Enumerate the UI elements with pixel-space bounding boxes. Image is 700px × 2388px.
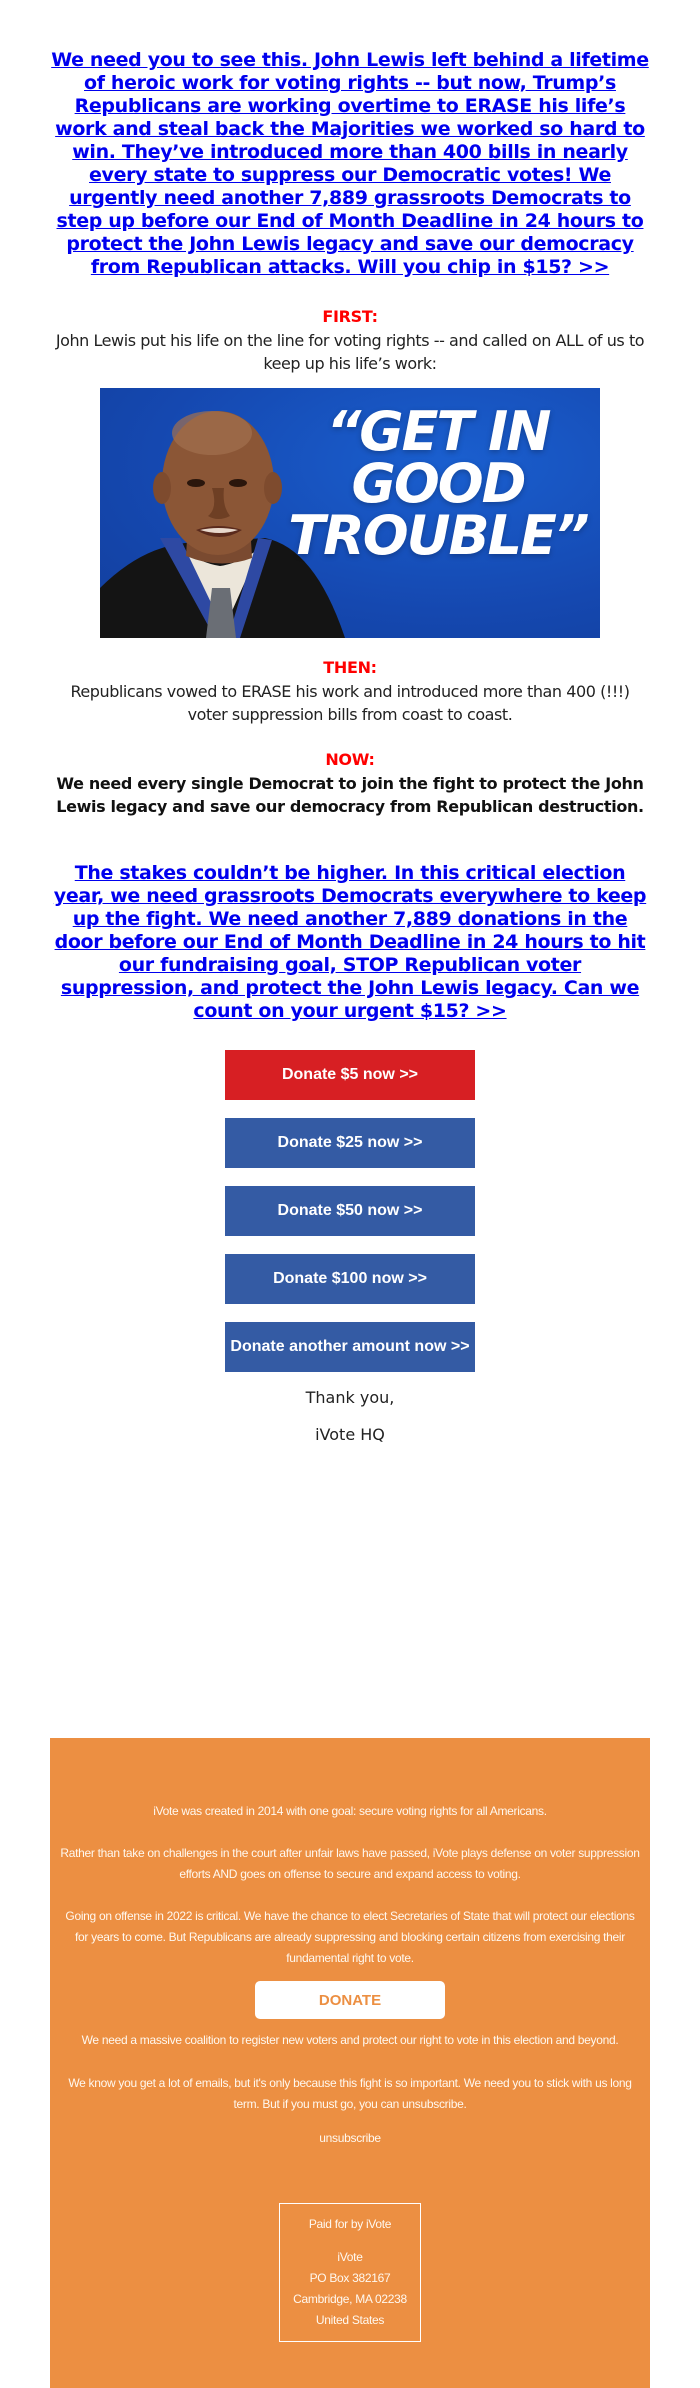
then-text: Republicans vowed to ERASE his work and …	[70, 682, 630, 724]
footer-para-defense: Rather than take on challenges in the co…	[60, 1846, 640, 1881]
footer-para-mission: iVote was created in 2014 with one goal:…	[153, 1804, 547, 1818]
paid-for-text: Paid for by iVote	[308, 2217, 392, 2231]
address-country: United States	[315, 2313, 385, 2327]
hero-quote-line: GOOD	[351, 452, 527, 515]
first-label: FIRST:	[322, 307, 378, 326]
hero-quote: “GET IN GOOD TROUBLE”	[283, 400, 593, 567]
stakes-donate-link[interactable]: The stakes couldn’t be higher. In this c…	[50, 862, 650, 1023]
donate-50-button[interactable]: Donate $50 now >>	[225, 1186, 475, 1236]
address-name: iVote	[337, 2250, 363, 2264]
footer-para-coalition: We need a massive coalition to register …	[81, 2033, 619, 2047]
now-label: NOW:	[325, 750, 375, 769]
unsubscribe-link[interactable]: unsubscribe	[50, 2128, 650, 2149]
signoff-thanks: Thank you,	[305, 1388, 395, 1407]
donate-5-button[interactable]: Donate $5 now >>	[225, 1050, 475, 1100]
footer-para-emails: We know you get a lot of emails, but it'…	[68, 2076, 632, 2111]
footer: iVote was created in 2014 with one goal:…	[50, 1738, 650, 2388]
paid-for-box: Paid for by iVote iVote PO Box 382167 Ca…	[279, 2203, 421, 2342]
address-city: Cambridge, MA 02238	[293, 2292, 407, 2306]
donate-25-button[interactable]: Donate $25 now >>	[225, 1118, 475, 1168]
first-text: John Lewis put his life on the line for …	[55, 331, 645, 373]
donate-other-amount-button[interactable]: Donate another amount now >>	[225, 1322, 475, 1372]
hero-image: “GET IN GOOD TROUBLE”	[100, 388, 600, 638]
donate-100-button[interactable]: Donate $100 now >>	[225, 1254, 475, 1304]
then-label: THEN:	[323, 658, 377, 677]
address-po-box: PO Box 382167	[309, 2271, 391, 2285]
hero-quote-line: “GET IN	[326, 400, 552, 463]
headline-donate-link[interactable]: We need you to see this. John Lewis left…	[50, 49, 650, 279]
hero-quote-line: TROUBLE”	[288, 504, 589, 567]
footer-donate-button[interactable]: DONATE	[255, 1981, 445, 2019]
footer-para-offense: Going on offense in 2022 is critical. We…	[65, 1909, 635, 1965]
now-text: We need every single Democrat to join th…	[56, 774, 644, 816]
signoff-sender: iVote HQ	[315, 1425, 385, 1444]
